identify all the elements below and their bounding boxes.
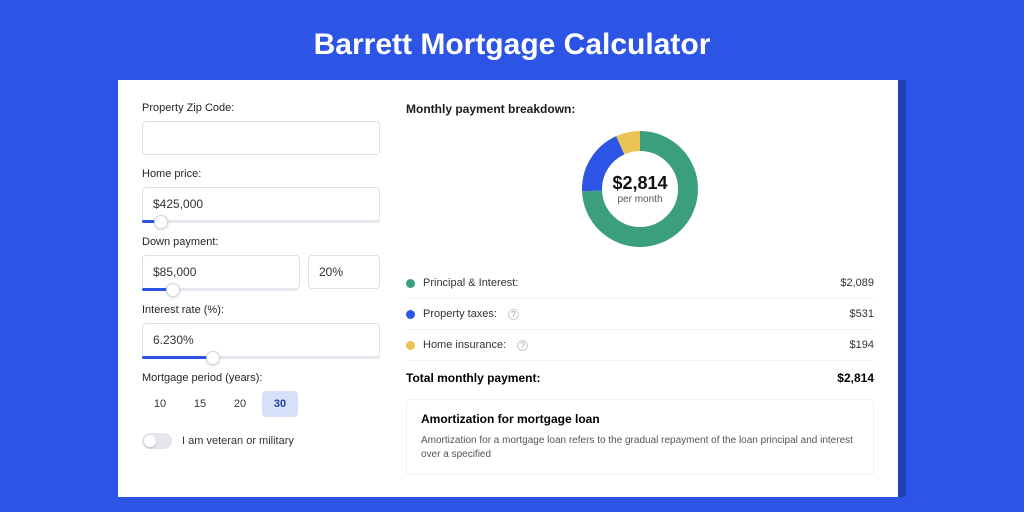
period-option-15[interactable]: 15 [182, 391, 218, 417]
card-shadow: Property Zip Code: Home price: Down paym… [118, 80, 906, 497]
veteran-toggle-knob [144, 435, 156, 447]
down-payment-slider[interactable] [142, 288, 298, 291]
donut-center: $2,814 per month [579, 128, 701, 250]
legend-dot-icon [406, 310, 415, 319]
info-icon[interactable]: ? [508, 309, 519, 320]
period-option-30[interactable]: 30 [262, 391, 298, 417]
amortization-title: Amortization for mortgage loan [421, 412, 859, 426]
legend-list: Principal & Interest: $2,089 Property taxe… [406, 268, 874, 360]
interest-label: Interest rate (%): [142, 304, 380, 316]
page-title: Barrett Mortgage Calculator [0, 0, 1024, 80]
zip-field: Property Zip Code: [142, 102, 380, 155]
breakdown-title: Monthly payment breakdown: [406, 102, 874, 116]
period-field: Mortgage period (years): 10152030 [142, 372, 380, 417]
interest-slider[interactable] [142, 356, 380, 359]
legend-label: Principal & Interest: [423, 277, 518, 289]
amortization-box: Amortization for mortgage loan Amortizat… [406, 399, 874, 475]
zip-input[interactable] [142, 121, 380, 155]
period-option-10[interactable]: 10 [142, 391, 178, 417]
down-payment-amount-input[interactable] [142, 255, 300, 289]
veteran-row: I am veteran or military [142, 433, 380, 449]
legend-left: Property taxes:? [406, 308, 519, 320]
legend-dot-icon [406, 279, 415, 288]
home-price-input[interactable] [142, 187, 380, 221]
down-payment-label: Down payment: [142, 236, 380, 248]
total-row: Total monthly payment: $2,814 [406, 360, 874, 399]
legend-value: $2,089 [840, 277, 874, 289]
donut-wrap: $2,814 per month [406, 128, 874, 250]
zip-label: Property Zip Code: [142, 102, 380, 114]
legend-row: Home insurance:? $194 [406, 329, 874, 360]
amortization-body: Amortization for a mortgage loan refers … [421, 434, 859, 462]
legend-dot-icon [406, 341, 415, 350]
total-label: Total monthly payment: [406, 371, 540, 385]
period-option-20[interactable]: 20 [222, 391, 258, 417]
info-icon[interactable]: ? [517, 340, 528, 351]
legend-left: Principal & Interest: [406, 277, 518, 289]
interest-slider-thumb[interactable] [206, 351, 220, 365]
total-value: $2,814 [837, 371, 874, 385]
legend-value: $194 [850, 339, 874, 351]
home-price-label: Home price: [142, 168, 380, 180]
veteran-toggle[interactable] [142, 433, 172, 449]
down-payment-field: Down payment: [142, 236, 380, 291]
legend-label: Property taxes: [423, 308, 497, 320]
interest-input[interactable] [142, 323, 380, 357]
calculator-card: Property Zip Code: Home price: Down paym… [118, 80, 898, 497]
home-price-field: Home price: [142, 168, 380, 223]
home-price-slider-thumb[interactable] [154, 215, 168, 229]
interest-field: Interest rate (%): [142, 304, 380, 359]
form-panel: Property Zip Code: Home price: Down paym… [142, 102, 380, 475]
breakdown-panel: Monthly payment breakdown: $2,814 per mo… [406, 102, 874, 475]
period-options: 10152030 [142, 391, 380, 417]
down-payment-slider-thumb[interactable] [166, 283, 180, 297]
legend-row: Property taxes:? $531 [406, 298, 874, 329]
home-price-slider[interactable] [142, 220, 380, 223]
interest-slider-fill [142, 356, 213, 359]
legend-row: Principal & Interest: $2,089 [406, 268, 874, 298]
legend-value: $531 [850, 308, 874, 320]
donut-amount: $2,814 [612, 173, 667, 194]
legend-left: Home insurance:? [406, 339, 528, 351]
donut-sub: per month [617, 194, 662, 205]
period-label: Mortgage period (years): [142, 372, 380, 384]
veteran-label: I am veteran or military [182, 435, 294, 447]
legend-label: Home insurance: [423, 339, 506, 351]
payment-donut-chart: $2,814 per month [579, 128, 701, 250]
down-payment-percent-input[interactable] [308, 255, 380, 289]
